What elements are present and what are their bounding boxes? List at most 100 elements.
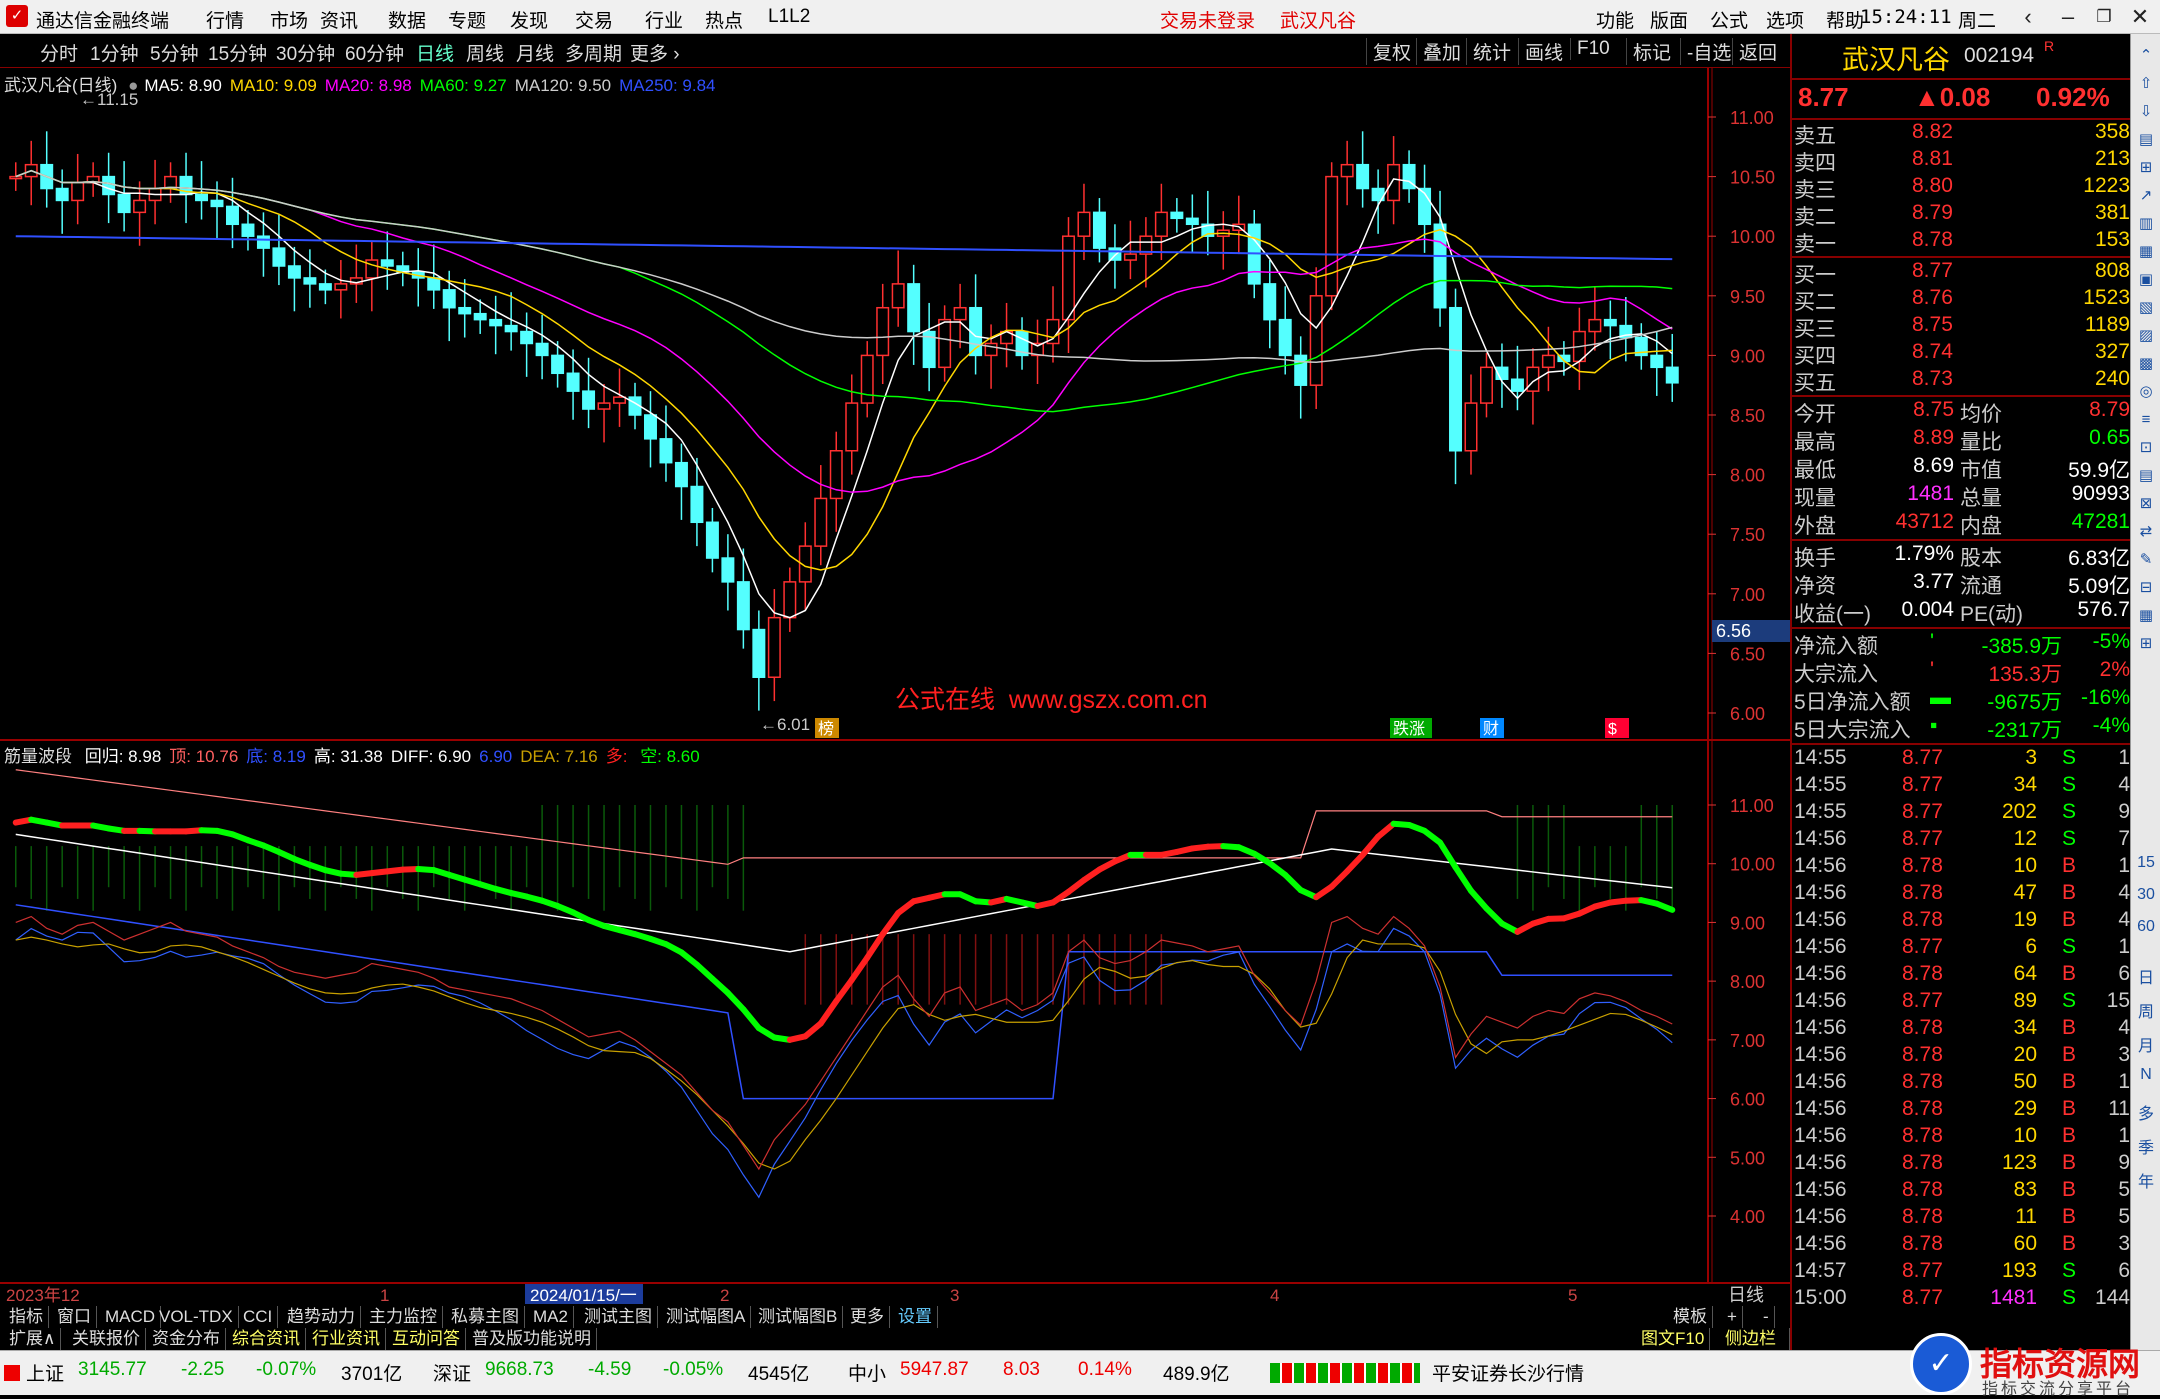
chart-area[interactable]: 11.00 10.50 10.00 9.50 9.00 8.50 8.00 7.50 7.00 6… — [0, 68, 1790, 1306]
tab-7[interactable]: 私募主图 — [446, 1306, 525, 1328]
menu-3[interactable]: 数据 — [388, 6, 426, 33]
ext-tab-6[interactable]: 普及版功能说明 — [467, 1328, 597, 1350]
period-8[interactable]: 月线 — [516, 39, 554, 66]
ext-tab-4[interactable]: 行业资讯 — [307, 1328, 386, 1350]
tab-right-1[interactable]: + — [1722, 1306, 1743, 1328]
tab-9[interactable]: 测试主图 — [579, 1306, 658, 1328]
tab-12[interactable]: 更多 — [845, 1306, 890, 1328]
ask-row[interactable]: 卖三 8.80 1223 — [1792, 174, 2132, 202]
sidebar-tool-icon[interactable]: ▤ — [2134, 464, 2158, 488]
sidebar-tool-icon[interactable]: ⊞ — [2134, 632, 2158, 656]
tool-7[interactable]: 返回 — [1732, 38, 1783, 65]
tab-10[interactable]: 测试幅图A — [661, 1306, 752, 1328]
sidebar-tool-icon[interactable]: ⊠ — [2134, 492, 2158, 516]
index-name[interactable]: 上证 — [26, 1359, 64, 1386]
tool-3[interactable]: 画线 — [1518, 38, 1569, 65]
tab-8[interactable]: MA2 — [528, 1306, 574, 1328]
tab-11[interactable]: 测试幅图B — [753, 1306, 844, 1328]
tab-3[interactable]: VOL-TDX — [154, 1306, 239, 1328]
period-7[interactable]: 周线 — [466, 39, 504, 66]
ask-row[interactable]: 卖五 8.82 358 — [1792, 120, 2132, 148]
menu-2[interactable]: 资讯 — [320, 6, 358, 33]
tab-13[interactable]: 设置 — [893, 1306, 938, 1328]
menu-8[interactable]: 热点 — [705, 6, 743, 33]
sidebar-tool-icon[interactable]: ⇩ — [2134, 100, 2158, 124]
ext-tab-right-0[interactable]: 图文F10 — [1636, 1328, 1711, 1350]
sidebar-tool-icon[interactable]: ⌃ — [2134, 44, 2158, 68]
menu-1[interactable]: 市场 — [270, 6, 308, 33]
ask-row[interactable]: 卖四 8.81 213 — [1792, 147, 2132, 175]
sidebar-tool-icon[interactable]: ▣ — [2134, 268, 2158, 292]
indicator-name[interactable]: 筋量波段 — [4, 747, 72, 766]
sidebar-tool-icon[interactable]: ↗ — [2134, 184, 2158, 208]
menu-right-2[interactable]: 公式 — [1710, 6, 1748, 33]
bid-row[interactable]: 买三 8.75 1189 — [1792, 313, 2132, 341]
period-4[interactable]: 30分钟 — [276, 39, 335, 66]
ask-row[interactable]: 卖二 8.79 381 — [1792, 201, 2132, 229]
ext-tab-right-1[interactable]: 侧边栏《 — [1720, 1328, 1790, 1370]
sidebar-tool-icon[interactable]: ▨ — [2134, 324, 2158, 348]
tool-2[interactable]: 统计 — [1466, 38, 1517, 65]
ext-tab-0[interactable]: 扩展∧ — [4, 1328, 62, 1350]
close-icon[interactable]: ✕ — [2122, 3, 2158, 31]
sidebar-tool-icon[interactable]: ⇄ — [2134, 520, 2158, 544]
sidebar-period-3[interactable]: N — [2134, 1066, 2158, 1084]
sidebar-tool-icon[interactable]: ◎ — [2134, 380, 2158, 404]
tab-5[interactable]: 趋势动力 — [282, 1306, 361, 1328]
tab-1[interactable]: 窗口 — [52, 1306, 97, 1328]
period-6[interactable]: 日线 — [416, 39, 454, 66]
bid-row[interactable]: 买二 8.76 1523 — [1792, 286, 2132, 314]
period-0[interactable]: 分时 — [40, 39, 78, 66]
period-3[interactable]: 15分钟 — [208, 39, 267, 66]
menu-4[interactable]: 专题 — [448, 6, 486, 33]
sidebar-period-0[interactable]: 日 — [2134, 964, 2158, 988]
restore-icon[interactable]: ❐ — [2086, 3, 2122, 31]
tab-2[interactable]: MACD — [100, 1306, 162, 1328]
sidebar-period-5[interactable]: 季 — [2134, 1134, 2158, 1158]
settings-dot-icon[interactable]: ● — [128, 76, 138, 95]
period-5[interactable]: 60分钟 — [345, 39, 404, 66]
bid-row[interactable]: 买四 8.74 327 — [1792, 340, 2132, 368]
tab-4[interactable]: CCI — [238, 1306, 279, 1328]
menu-9[interactable]: L1L2 — [768, 6, 810, 28]
index-name[interactable]: 深证 — [433, 1359, 471, 1386]
sidebar-tool-icon[interactable]: ▦ — [2134, 604, 2158, 628]
sidebar-tool-icon[interactable]: ⊞ — [2134, 156, 2158, 180]
bid-row[interactable]: 买五 8.73 240 — [1792, 367, 2132, 395]
sidebar-period-4[interactable]: 多 — [2134, 1100, 2158, 1124]
tool-1[interactable]: 叠加 — [1416, 38, 1467, 65]
menu-right-1[interactable]: 版面 — [1650, 6, 1688, 33]
period-9[interactable]: 多周期 — [565, 39, 622, 66]
menu-5[interactable]: 发现 — [510, 6, 548, 33]
tool-6[interactable]: -自选 — [1680, 38, 1737, 65]
sidebar-tool-icon[interactable]: ▥ — [2134, 212, 2158, 236]
ext-tab-2[interactable]: 资金分布 — [147, 1328, 226, 1350]
sidebar-period-1[interactable]: 周 — [2134, 998, 2158, 1022]
sidebar-tool-icon[interactable]: ▧ — [2134, 296, 2158, 320]
menu-right-0[interactable]: 功能 — [1596, 6, 1634, 33]
bid-row[interactable]: 买一 8.77 808 — [1792, 259, 2132, 287]
tab-0[interactable]: 指标 — [4, 1306, 49, 1328]
sidebar-tool-icon[interactable]: ▦ — [2134, 240, 2158, 264]
tab-right-2[interactable]: - — [1758, 1306, 1775, 1328]
period-2[interactable]: 5分钟 — [150, 39, 199, 66]
period-10[interactable]: 更多 › — [630, 39, 680, 66]
tool-4[interactable]: F10 — [1570, 38, 1616, 60]
tool-0[interactable]: 复权 — [1366, 38, 1417, 65]
sidebar-tool-icon[interactable]: ▩ — [2134, 352, 2158, 376]
sidebar-minute-60[interactable]: 60 — [2134, 918, 2158, 936]
sidebar-tool-icon[interactable]: ⊟ — [2134, 576, 2158, 600]
index-name[interactable]: 中小 — [848, 1359, 886, 1386]
ask-row[interactable]: 卖一 8.78 153 — [1792, 228, 2132, 256]
menu-6[interactable]: 交易 — [575, 6, 613, 33]
sidebar-tool-icon[interactable]: ✎ — [2134, 548, 2158, 572]
tab-6[interactable]: 主力监控 — [364, 1306, 443, 1328]
menu-right-4[interactable]: 帮助 — [1826, 6, 1864, 33]
tool-5[interactable]: 标记 — [1626, 38, 1677, 65]
menu-0[interactable]: 行情 — [206, 6, 244, 33]
ext-tab-1[interactable]: 关联报价 — [67, 1328, 146, 1350]
sidebar-tool-icon[interactable]: ⊡ — [2134, 436, 2158, 460]
tab-right-0[interactable]: 模板 — [1668, 1306, 1713, 1328]
sidebar-period-6[interactable]: 年 — [2134, 1168, 2158, 1192]
sidebar-tool-icon[interactable]: ⇧ — [2134, 72, 2158, 96]
